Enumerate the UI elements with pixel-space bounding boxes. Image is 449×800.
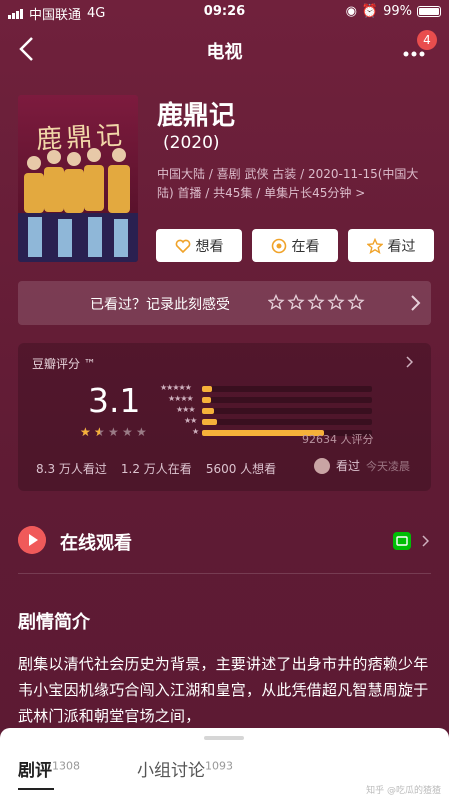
watched-label: 看过 <box>387 238 416 255</box>
distribution-stars: ★★★★★ <box>160 383 192 392</box>
battery-percent: 99% <box>383 4 412 19</box>
screen: 中国联通 4G 09:26 ◉ ⏰ 99% 电视 4 鹿鼎记 鹿鼎记 (2020… <box>0 0 449 800</box>
battery-fill <box>419 8 439 15</box>
distribution-stars: ★★ <box>184 416 197 425</box>
score-star: ★ ★ <box>94 425 105 439</box>
chevron-right-icon <box>406 356 413 368</box>
status-bar: 中国联通 4G 09:26 ◉ ⏰ 99% <box>0 0 449 24</box>
distribution-bar <box>202 408 214 414</box>
lock-rotation-icon: ◉ <box>345 4 357 19</box>
poster-figures <box>18 148 138 262</box>
watched-count: 8.3 万人看过 <box>36 462 107 476</box>
rating-card[interactable]: 豆瓣评分 ™ 3.1 ★ ★ ★ ★ ★ ★ ★ ★★★★★ ★★★★ ★★★ ★★ ★ 92634… <box>18 343 431 491</box>
distribution-stars: ★★★★ <box>168 394 194 403</box>
action-buttons: 想看 在看 看过 <box>156 229 434 262</box>
play-icon <box>18 526 46 554</box>
watermark: 知乎 @吃瓜的猹猹 <box>366 786 441 796</box>
score-star: ★ <box>136 425 147 439</box>
tab-indicator <box>18 788 54 790</box>
friend-status-time: 今天凌晨 <box>366 459 411 473</box>
heart-icon <box>175 239 190 253</box>
empty-stars-icon[interactable] <box>268 294 368 310</box>
page-title: 电视 <box>206 42 243 63</box>
record-stars[interactable] <box>268 294 368 310</box>
tab-reviews-count: 1308 <box>52 759 80 773</box>
distribution-stars: ★ <box>192 427 199 436</box>
want-count: 5600 人想看 <box>205 462 277 476</box>
star-icon <box>366 237 383 254</box>
tab-group-label: 小组讨论 <box>137 761 205 781</box>
score-star: ★ <box>108 425 119 439</box>
synopsis-header: 剧情简介 <box>18 612 90 633</box>
show-year: (2020) <box>163 133 220 153</box>
distribution-bar <box>202 386 213 392</box>
friend-status[interactable]: 看过 今天凌晨 <box>314 457 410 474</box>
sheet-handle[interactable] <box>204 736 244 740</box>
record-feelings[interactable]: 已看过？记录此刻感受 <box>18 281 431 325</box>
poster[interactable]: 鹿鼎记 <box>18 95 138 262</box>
rating-header: 豆瓣评分 ™ <box>32 357 96 371</box>
show-title: 鹿鼎记 <box>157 101 236 131</box>
distribution-track <box>202 397 372 403</box>
watching-count: 1.2 万人在看 <box>120 462 192 476</box>
record-text: 已看过？记录此刻感受 <box>90 297 230 313</box>
battery-icon <box>417 6 441 17</box>
status-right: ◉ ⏰ 99% <box>346 4 441 19</box>
distribution-track <box>202 419 372 425</box>
bottom-sheet[interactable]: 剧评1308 小组讨论1093 知乎 @吃瓜的猹猹 <box>0 728 449 800</box>
friend-status-label: 看过 <box>336 459 361 473</box>
watching-icon <box>271 238 286 253</box>
watching-label: 在看 <box>291 238 320 255</box>
distribution-bar <box>202 419 218 425</box>
notification-badge: 4 <box>417 30 437 50</box>
iqiyi-icon <box>393 532 411 550</box>
tab-group-discussion[interactable]: 小组讨论1093 <box>137 756 233 781</box>
online-watch-label: 在线观看 <box>60 533 132 554</box>
online-watch[interactable]: 在线观看 <box>18 522 431 566</box>
score-stars: ★ ★ ★ ★ ★ ★ ★ <box>80 426 148 438</box>
distribution-track <box>202 386 372 392</box>
want-label: 想看 <box>195 238 224 255</box>
avatar <box>314 457 330 474</box>
score-star: ★ <box>122 425 133 439</box>
tab-reviews[interactable]: 剧评1308 <box>18 756 80 781</box>
nav-bar: 电视 4 <box>0 28 449 72</box>
audience-stats: 8.3 万人看过 1.2 万人在看 5600 人想看 <box>36 460 276 477</box>
tab-reviews-label: 剧评 <box>18 761 52 781</box>
rating-score: 3.1 <box>88 381 141 420</box>
tab-group-count: 1093 <box>205 759 233 773</box>
show-meta[interactable]: 中国大陆 / 喜剧 武侠 古装 / 2020-11-15(中国大陆) 首播 / … <box>157 165 432 203</box>
watching-button[interactable]: 在看 <box>252 229 338 262</box>
alarm-icon: ⏰ <box>361 4 379 19</box>
distribution-stars: ★★★ <box>176 405 195 414</box>
distribution-bar <box>202 397 211 403</box>
want-button[interactable]: 想看 <box>156 229 242 262</box>
distribution-track <box>202 408 372 414</box>
chevron-right-icon <box>411 295 421 311</box>
watched-button[interactable]: 看过 <box>348 229 434 262</box>
synopsis-text[interactable]: 剧集以清代社会历史为背景，主要讲述了出身市井的痞赖少年韦小宝因机缘巧合闯入江湖和… <box>18 651 431 729</box>
rating-count: 92634 人评分 <box>302 433 374 446</box>
divider <box>18 573 431 574</box>
score-star: ★ ★ <box>80 425 91 439</box>
chevron-right-icon <box>422 535 429 547</box>
